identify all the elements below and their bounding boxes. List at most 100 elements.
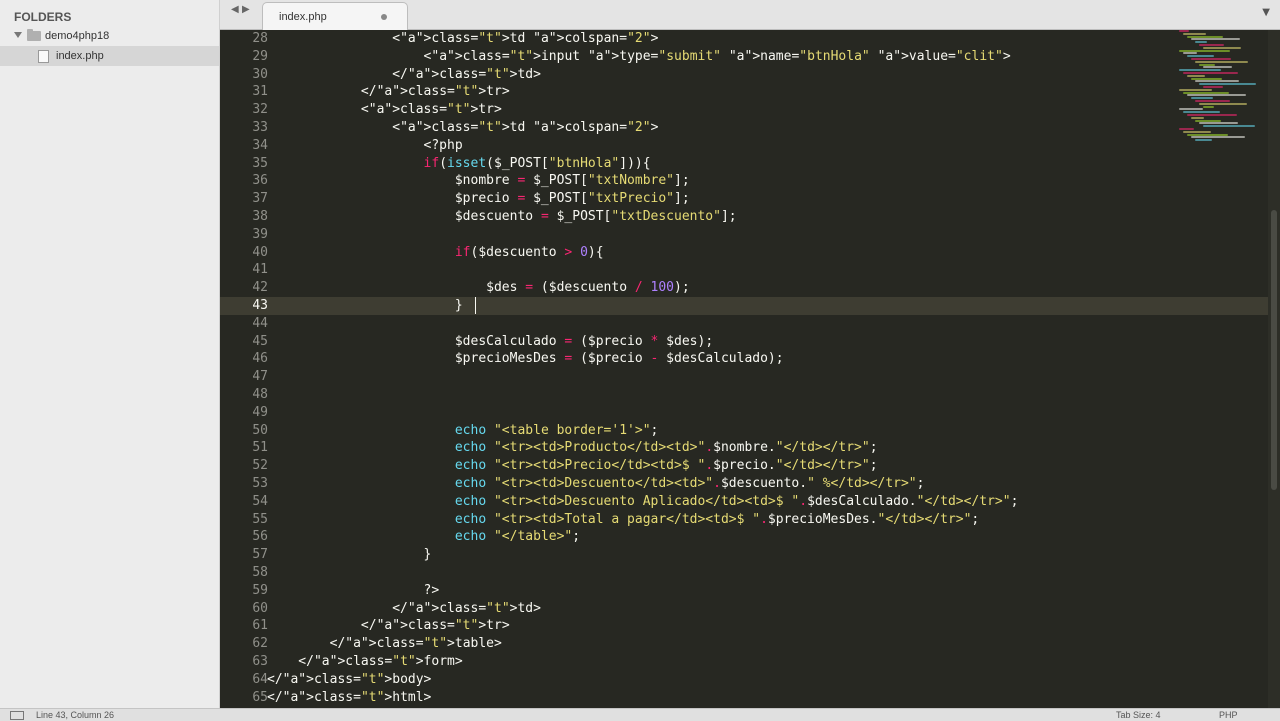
minimap-line (1195, 119, 1221, 122)
minimap-line (1187, 35, 1223, 38)
minimap-line (1191, 58, 1231, 60)
tab-size[interactable]: Tab Size: 4 (1116, 710, 1161, 720)
code-line[interactable]: </"a">class="t">td> (267, 600, 541, 618)
minimap-line (1191, 38, 1240, 41)
minimap-line (1195, 60, 1248, 63)
code-line[interactable]: $precioMesDes = ($precio - $desCalculado… (267, 350, 784, 368)
minimap-line (1195, 100, 1230, 102)
arrow-left-icon[interactable]: ◀ (231, 4, 239, 15)
tree-folder-item[interactable]: demo4php18 (0, 26, 219, 46)
minimap-line (1183, 32, 1206, 35)
line-number: 58 (252, 565, 268, 580)
code-line[interactable]: echo "<tr><td>Total a pagar</td><td>$ ".… (267, 511, 979, 529)
minimap-line (1187, 74, 1205, 77)
code-line[interactable]: </"a">class="t">form> (267, 653, 462, 671)
minimap-line (1191, 136, 1245, 139)
scrollbar-thumb[interactable] (1271, 210, 1277, 490)
code-line[interactable]: $descuento = $_POST["txtDescuento"]; (267, 208, 737, 226)
vertical-scrollbar[interactable] (1268, 30, 1280, 708)
code-line[interactable]: ?> (267, 582, 440, 600)
minimap-line (1179, 108, 1203, 111)
minimap-line (1183, 52, 1197, 55)
code-line[interactable]: </"a">class="t">body> (267, 671, 431, 689)
tree-file-item[interactable]: index.php (0, 46, 219, 66)
minimap-line (1195, 80, 1239, 83)
line-number: 33 (252, 120, 268, 135)
code-line[interactable]: $precio = $_POST["txtPrecio"]; (267, 190, 690, 208)
code-line[interactable]: </"a">class="t">tr> (267, 617, 510, 635)
code-line[interactable]: $desCalculado = ($precio * $des); (267, 333, 713, 351)
code-line[interactable]: <"a">class="t">tr> (267, 101, 502, 119)
folder-icon (27, 29, 41, 41)
code-line[interactable]: if($descuento > 0){ (267, 244, 604, 262)
line-number: 35 (252, 155, 268, 171)
code-line[interactable]: echo "<tr><td>Producto</td><td>".$nombre… (267, 439, 878, 457)
arrow-right-icon[interactable]: ▶ (242, 4, 250, 15)
line-number: 56 (252, 529, 268, 545)
code-editor[interactable]: 28 29 30 31 32 33 34 35 36 37 38 39 40 41 42 43 44 45 46 47… (220, 30, 1268, 708)
code-line[interactable]: echo "<tr><td>Descuento Aplicado</td><td… (267, 493, 1019, 511)
line-number: 47 (252, 369, 268, 385)
code-line[interactable]: </"a">class="t">table> (267, 635, 502, 653)
minimap-line (1183, 111, 1220, 114)
syntax-mode[interactable]: PHP (1219, 710, 1238, 720)
panel-toggle-icon[interactable] (10, 711, 24, 720)
line-number: 61 (252, 618, 268, 634)
minimap-line (1187, 55, 1214, 58)
minimap[interactable] (1175, 30, 1267, 150)
line-number: 59 (252, 582, 268, 598)
minimap-line (1187, 133, 1228, 136)
line-number: 28 (252, 31, 268, 46)
cursor-position: Line 43, Column 26 (36, 710, 115, 720)
line-number: 62 (252, 636, 268, 652)
code-line[interactable]: $nombre = $_POST["txtNombre"]; (267, 172, 690, 190)
line-number-gutter: 28 29 30 31 32 33 34 35 36 37 38 39 40 41 42 43 44 45 46 47… (220, 30, 268, 708)
chevron-down-icon[interactable]: ▼ (1262, 7, 1270, 18)
code-line[interactable]: echo "</table>"; (267, 528, 580, 546)
line-number: 48 (252, 387, 268, 402)
minimap-line (1187, 114, 1237, 116)
line-number: 49 (252, 404, 268, 420)
code-line[interactable]: echo "<table border='1'>"; (267, 422, 659, 440)
sidebar: FOLDERS demo4php18 index.php (0, 0, 220, 708)
minimap-line (1203, 46, 1241, 49)
code-line[interactable]: </"a">class="t">td> (267, 66, 541, 84)
line-number: 38 (252, 209, 268, 224)
minimap-line (1183, 130, 1211, 133)
code-line[interactable]: </"a">class="t">tr> (267, 83, 510, 101)
minimap-line (1203, 125, 1255, 128)
code-line[interactable]: <"a">class="t">td "a">colspan="2"> (267, 119, 658, 137)
minimap-line (1183, 72, 1238, 74)
status-bar: Line 43, Column 26 Tab Size: 4 PHP (0, 708, 1280, 721)
code-line[interactable]: echo "<tr><td>Precio</td><td>$ ".$precio… (267, 457, 878, 475)
minimap-line (1195, 41, 1207, 44)
line-number: 57 (252, 547, 268, 563)
minimap-line (1199, 102, 1247, 105)
line-number: 53 (252, 476, 268, 491)
code-line[interactable]: } (267, 297, 463, 315)
code-line[interactable]: </"a">class="t">html> (267, 689, 431, 707)
line-number: 45 (252, 333, 268, 349)
line-number: 52 (252, 458, 268, 474)
line-number: 36 (252, 173, 268, 189)
code-line[interactable]: <"a">class="t">td "a">colspan="2"> (267, 30, 658, 48)
line-number: 29 (252, 48, 268, 64)
code-line[interactable]: if(isset($_POST["btnHola"])){ (267, 155, 651, 173)
code-line[interactable]: <"a">class="t">input "a">type="submit" "… (267, 48, 1011, 66)
line-number: 30 (252, 66, 268, 82)
file-icon (38, 50, 49, 63)
tree-file-label: index.php (56, 50, 104, 62)
code-line[interactable]: } (267, 546, 432, 564)
minimap-line (1199, 122, 1238, 125)
code-line[interactable]: $des = ($descuento / 100); (267, 279, 690, 297)
minimap-line (1179, 88, 1212, 91)
line-number: 44 (252, 315, 268, 331)
expand-triangle-icon[interactable] (14, 32, 22, 38)
code-line[interactable]: echo "<tr><td>Descuento</td><td>".$descu… (267, 475, 925, 493)
tab-index-php[interactable]: index.php (262, 2, 408, 30)
code-line[interactable]: <?php (267, 137, 463, 155)
line-number: 39 (252, 226, 268, 242)
line-number: 31 (252, 84, 268, 100)
line-number: 42 (252, 280, 268, 296)
unsaved-dot-icon[interactable] (381, 14, 387, 20)
